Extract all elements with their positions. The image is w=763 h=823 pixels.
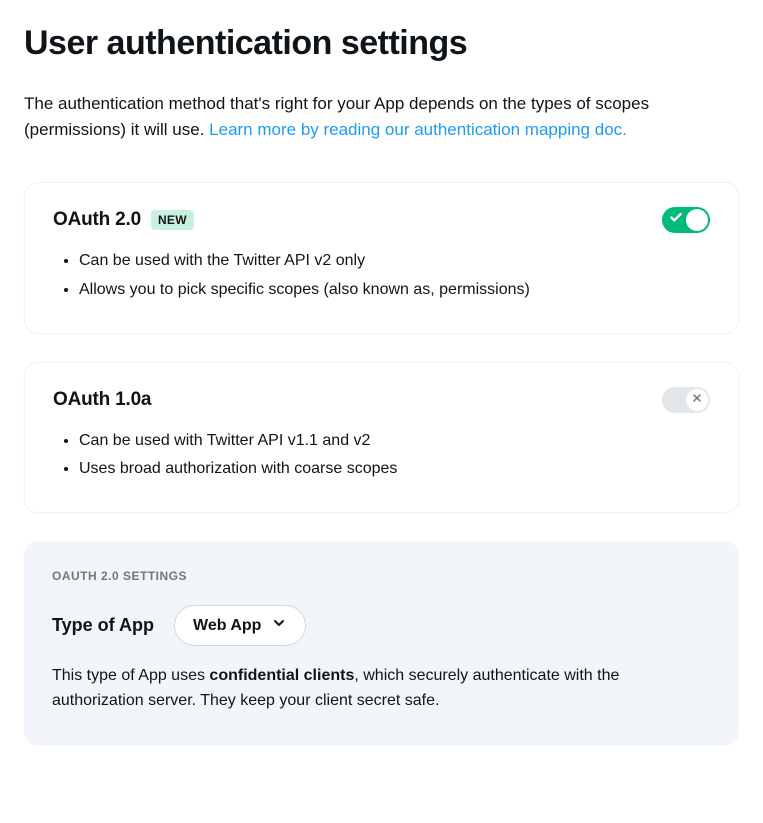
desc-prefix: This type of App uses	[52, 667, 209, 684]
settings-section-label: OAUTH 2.0 SETTINGS	[52, 569, 711, 583]
dropdown-selected: Web App	[193, 617, 261, 635]
type-of-app-row: Type of App Web App	[52, 605, 711, 646]
type-of-app-dropdown[interactable]: Web App	[174, 605, 306, 646]
list-item: Can be used with Twitter API v1.1 and v2	[79, 427, 710, 456]
oauth1-features: Can be used with Twitter API v1.1 and v2…	[79, 427, 710, 485]
chevron-down-icon	[271, 615, 287, 636]
oauth2-settings-panel: OAUTH 2.0 SETTINGS Type of App Web App T…	[24, 541, 739, 746]
desc-bold: confidential clients	[209, 667, 354, 684]
toggle-knob	[686, 389, 708, 411]
type-of-app-label: Type of App	[52, 615, 154, 636]
intro-link[interactable]: Learn more by reading our authentication…	[209, 120, 627, 139]
toggle-knob	[686, 209, 708, 231]
page-title: User authentication settings	[24, 24, 739, 63]
list-item: Can be used with the Twitter API v2 only	[79, 247, 710, 276]
oauth2-title: OAuth 2.0	[53, 209, 141, 231]
oauth1-title-group: OAuth 1.0a	[53, 389, 151, 411]
close-icon	[691, 392, 703, 407]
list-item: Uses broad authorization with coarse sco…	[79, 455, 710, 484]
oauth2-card-header: OAuth 2.0 NEW	[53, 207, 710, 233]
oauth2-features: Can be used with the Twitter API v2 only…	[79, 247, 710, 305]
oauth2-card: OAuth 2.0 NEW Can be used with the Twitt…	[24, 182, 739, 334]
list-item: Allows you to pick specific scopes (also…	[79, 276, 710, 305]
new-badge: NEW	[151, 210, 194, 230]
oauth2-toggle[interactable]	[662, 207, 710, 233]
checkmark-icon	[669, 211, 683, 230]
oauth1-card-header: OAuth 1.0a	[53, 387, 710, 413]
oauth1-toggle[interactable]	[662, 387, 710, 413]
settings-description: This type of App uses confidential clien…	[52, 664, 711, 714]
oauth1-title: OAuth 1.0a	[53, 389, 151, 411]
intro-paragraph: The authentication method that's right f…	[24, 91, 739, 142]
oauth1-card: OAuth 1.0a Can be used with Twitter API …	[24, 362, 739, 514]
oauth2-title-group: OAuth 2.0 NEW	[53, 209, 194, 231]
